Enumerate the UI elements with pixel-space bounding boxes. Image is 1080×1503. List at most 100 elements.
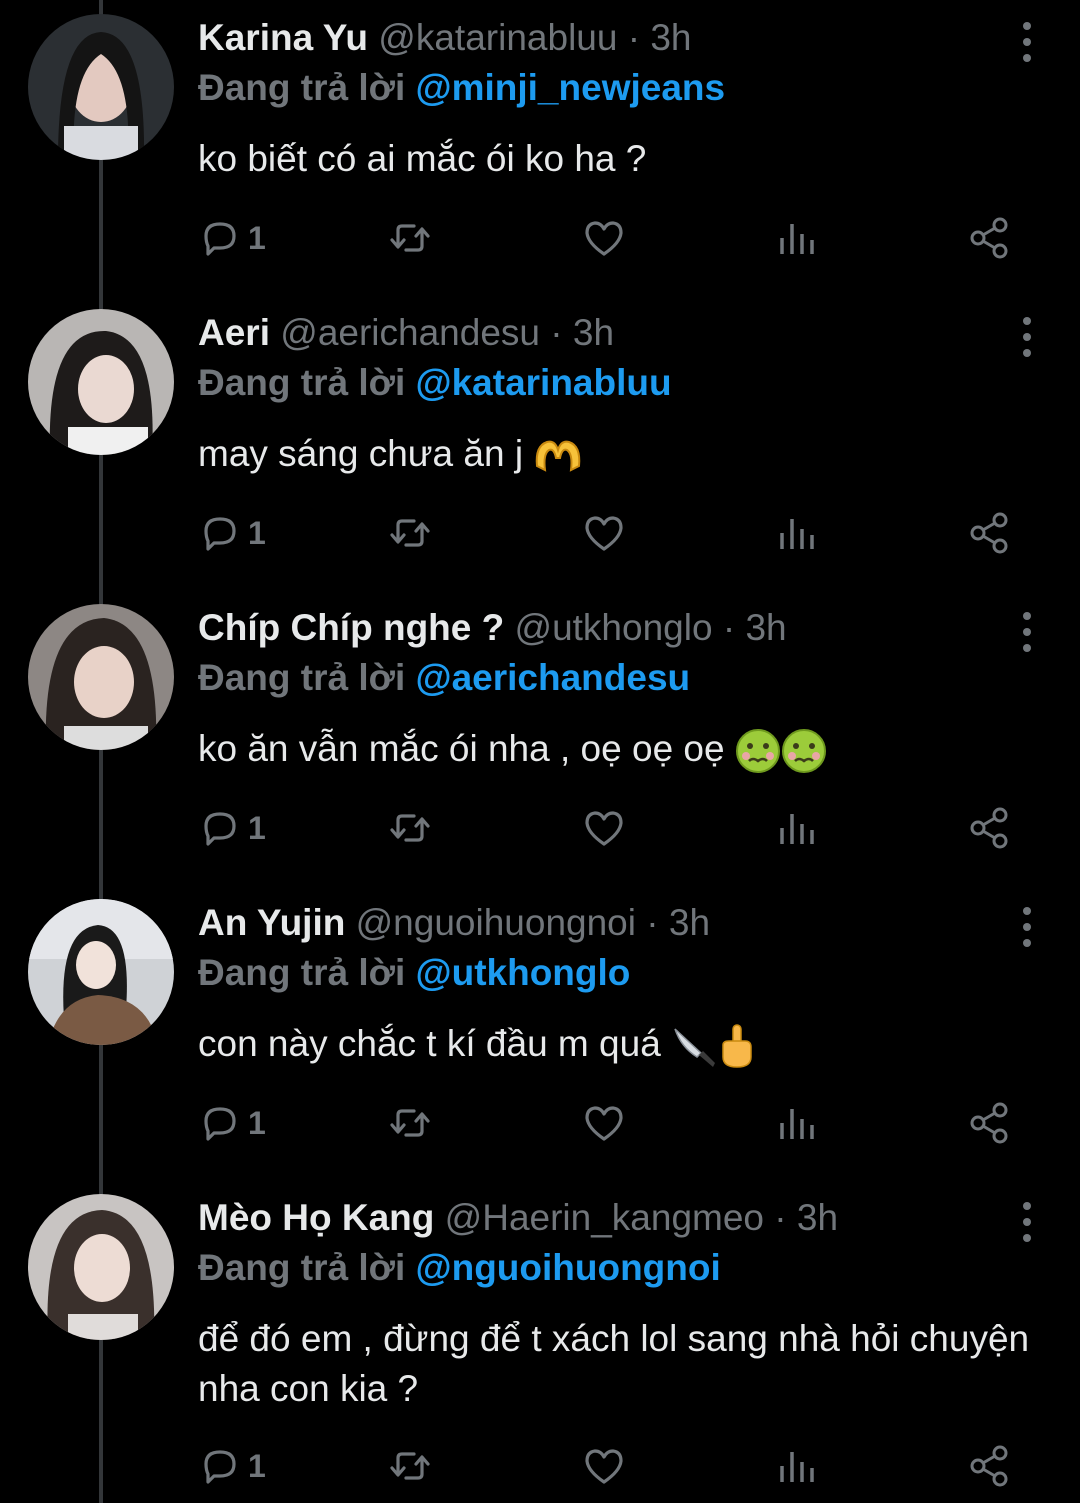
retweet-button[interactable] — [388, 511, 432, 555]
views-button[interactable] — [774, 1444, 818, 1488]
share-button[interactable] — [968, 216, 1012, 260]
timestamp[interactable]: 3h — [669, 902, 710, 943]
retweet-icon — [390, 519, 430, 547]
views-button[interactable] — [774, 1101, 818, 1145]
reply-tweet[interactable]: Karina Yu @katarinabluu · 3h Đang trả lờ… — [0, 0, 1080, 295]
share-button[interactable] — [968, 1101, 1012, 1145]
replying-to-mention[interactable]: @utkhonglo — [416, 952, 631, 993]
replying-to-mention[interactable]: @katarinabluu — [416, 362, 672, 403]
nauseated-face-emoji — [735, 728, 781, 774]
separator-dot: · — [635, 902, 669, 943]
share-button[interactable] — [968, 806, 1012, 850]
avatar[interactable] — [28, 604, 174, 750]
separator-dot: · — [540, 312, 573, 353]
action-bar: 1 — [198, 216, 1028, 260]
nauseated-face-emoji — [781, 728, 827, 774]
share-icon — [970, 807, 1008, 849]
retweet-button[interactable] — [388, 1101, 432, 1145]
avatar[interactable] — [28, 309, 174, 455]
user-handle[interactable]: @katarinabluu — [378, 17, 617, 58]
reply-button[interactable]: 1 — [198, 806, 266, 850]
avatar[interactable] — [28, 899, 174, 1045]
share-button[interactable] — [968, 511, 1012, 555]
reply-tweet[interactable]: Aeri @aerichandesu · 3h Đang trả lời @ka… — [0, 295, 1080, 590]
reply-button[interactable]: 1 — [198, 511, 266, 555]
more-icon[interactable] — [1014, 907, 1040, 947]
views-icon — [780, 1452, 814, 1482]
separator-dot: · — [712, 607, 746, 648]
tweet-header: An Yujin @nguoihuongnoi · 3h — [198, 901, 710, 945]
tweet-text: ko ăn vẫn mắc ói nha , oẹ oẹ oẹ — [198, 724, 1038, 774]
replying-to-label: Đang trả lời — [198, 362, 406, 403]
avatar[interactable] — [28, 1194, 174, 1340]
reply-button[interactable]: 1 — [198, 216, 266, 260]
user-handle[interactable]: @utkhonglo — [515, 607, 713, 648]
reply-icon — [204, 517, 236, 551]
timestamp[interactable]: 3h — [797, 1197, 838, 1238]
more-icon[interactable] — [1014, 1202, 1040, 1242]
tweet-header: Mèo Họ Kang @Haerin_kangmeo · 3h — [198, 1196, 838, 1240]
display-name[interactable]: Karina Yu — [198, 17, 368, 58]
more-icon[interactable] — [1014, 22, 1040, 62]
reply-tweet[interactable]: Mèo Họ Kang @Haerin_kangmeo · 3h Đang tr… — [0, 1180, 1080, 1503]
replying-to-mention[interactable]: @nguoihuongnoi — [416, 1247, 721, 1288]
user-handle[interactable]: @Haerin_kangmeo — [445, 1197, 764, 1238]
reply-tweet[interactable]: Chíp Chíp nghe ? @utkhonglo · 3h Đang tr… — [0, 590, 1080, 885]
tweet-text-content: ko biết có ai mắc ói ko ha ? — [198, 138, 647, 179]
reply-tweet[interactable]: An Yujin @nguoihuongnoi · 3h Đang trả lờ… — [0, 885, 1080, 1180]
action-bar: 1 — [198, 1101, 1028, 1145]
display-name[interactable]: Chíp Chíp nghe ? — [198, 607, 504, 648]
more-icon[interactable] — [1014, 612, 1040, 652]
more-icon[interactable] — [1014, 317, 1040, 357]
views-icon — [780, 519, 814, 549]
avatar[interactable] — [28, 14, 174, 160]
views-button[interactable] — [774, 806, 818, 850]
like-icon — [585, 811, 623, 846]
reply-icon — [204, 1450, 236, 1484]
user-handle[interactable]: @nguoihuongnoi — [356, 902, 636, 943]
timestamp[interactable]: 3h — [745, 607, 786, 648]
retweet-button[interactable] — [388, 216, 432, 260]
timestamp[interactable]: 3h — [650, 17, 691, 58]
share-icon — [970, 512, 1008, 554]
reply-icon — [204, 222, 236, 256]
reply-button[interactable]: 1 — [198, 1444, 266, 1488]
reply-button[interactable]: 1 — [198, 1101, 266, 1145]
share-icon — [970, 1445, 1008, 1487]
views-icon — [780, 224, 814, 254]
like-icon — [585, 1449, 623, 1484]
like-button[interactable] — [582, 1101, 626, 1145]
share-button[interactable] — [968, 1444, 1012, 1488]
display-name[interactable]: An Yujin — [198, 902, 345, 943]
timestamp[interactable]: 3h — [573, 312, 614, 353]
action-bar: 1 — [198, 806, 1028, 850]
reply-count: 1 — [248, 1447, 266, 1484]
replying-to-label: Đang trả lời — [198, 952, 406, 993]
retweet-icon — [390, 1452, 430, 1480]
replying-to-mention[interactable]: @minji_newjeans — [416, 67, 726, 108]
separator-dot: · — [617, 17, 651, 58]
like-button[interactable] — [582, 806, 626, 850]
display-name[interactable]: Mèo Họ Kang — [198, 1197, 434, 1238]
like-button[interactable] — [582, 1444, 626, 1488]
like-button[interactable] — [582, 216, 626, 260]
views-icon — [780, 814, 814, 844]
heart-hands-emoji — [533, 436, 583, 476]
views-button[interactable] — [774, 511, 818, 555]
like-button[interactable] — [582, 511, 626, 555]
display-name[interactable]: Aeri — [198, 312, 270, 353]
views-button[interactable] — [774, 216, 818, 260]
retweet-icon — [390, 1109, 430, 1137]
retweet-button[interactable] — [388, 1444, 432, 1488]
replying-to-label: Đang trả lời — [198, 657, 406, 698]
tweet-text-content: ko ăn vẫn mắc ói nha , oẹ oẹ oẹ — [198, 728, 735, 769]
middle-finger-emoji — [717, 1023, 757, 1069]
retweet-button[interactable] — [388, 806, 432, 850]
replying-to: Đang trả lời @utkhonglo — [198, 951, 630, 995]
action-bar: 1 — [198, 511, 1028, 555]
reply-icon — [204, 812, 236, 846]
tweet-text: may sáng chưa ăn j — [198, 429, 1038, 479]
retweet-icon — [390, 814, 430, 842]
user-handle[interactable]: @aerichandesu — [280, 312, 540, 353]
replying-to-mention[interactable]: @aerichandesu — [416, 657, 691, 698]
